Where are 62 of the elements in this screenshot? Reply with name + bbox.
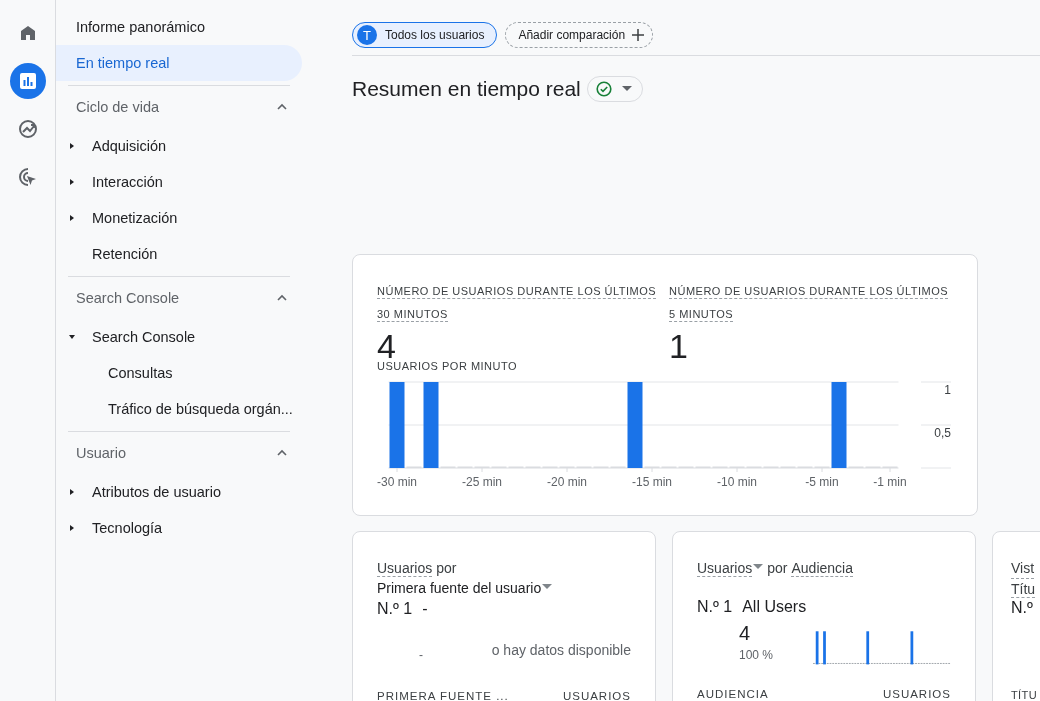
bar[interactable] [389,382,405,468]
avatar: T [357,25,377,45]
top-value: - [422,600,428,618]
metric-selector[interactable]: Vist [1011,558,1035,579]
axis-label: -30 min [377,475,417,489]
section-header[interactable]: Ciclo de vida [76,99,159,115]
metric-selector[interactable]: Usuarios [697,560,753,577]
segment-chip[interactable]: T Todos los usuarios [352,22,498,48]
axis-label: -15 min [632,475,672,489]
page-title: Resumen en tiempo real [352,77,581,101]
empty-message: o hay datos disponible [491,642,631,658]
bar-chart-icon [17,71,38,91]
bar[interactable] [423,382,439,468]
nav-item[interactable]: Search Console [92,329,196,345]
top-value: All Users [742,598,807,616]
bar[interactable] [831,382,847,468]
column-header[interactable]: PRIMERA FUENTE ... [377,690,509,701]
axis-label: -5 min [805,475,839,489]
nav-item[interactable]: Atributos de usuario [92,484,221,500]
nav-item[interactable]: Interacción [92,174,163,190]
nav-item[interactable]: Adquisición [92,138,167,154]
dimension-selector[interactable]: Títu [1011,581,1036,598]
metric-label: NÚMERO DE USUARIOS DURANTE LOS ÚLTIMOS 5 MINUTOS [669,284,950,324]
axis-label: -1 min [873,475,907,489]
rank-label: N.º [1011,599,1033,617]
dimension-selector[interactable]: Primera fuente del usuario [377,580,542,596]
target-cursor-icon [17,167,38,187]
empty-mark: - [419,648,423,662]
connector-text: por [436,560,457,576]
trend-circle-icon [17,119,38,139]
check-circle-icon [595,81,612,97]
metric-selector[interactable]: Usuarios [377,560,433,577]
column-header[interactable]: TÍTU [1011,689,1038,701]
section-header[interactable]: Usuario [76,445,126,461]
nav-item[interactable]: Consultas [108,365,173,381]
axis-label: -25 min [462,475,502,489]
reports-button[interactable] [9,63,46,99]
dimension-selector[interactable]: Audiencia [791,560,853,577]
share-value: 100 % [739,648,774,662]
axis-label: 0,5 [934,426,951,440]
metric-value: 1 [669,329,689,363]
plus-icon [632,29,645,41]
axis-label: 1 [944,383,951,397]
column-header[interactable]: USUARIOS [882,688,951,701]
count-value: 4 [739,622,752,645]
metric-label: NÚMERO DE USUARIOS DURANTE LOS ÚLTIMOS 30 MINUTOS [377,284,658,324]
caret-icon [621,86,632,92]
column-header[interactable]: AUDIENCIA [697,688,769,701]
nav-item[interactable]: Tráfico de búsqueda orgán... [108,401,293,417]
nav-item[interactable]: Informe panorámico [56,9,302,45]
rank-label: N.º 1 [377,600,413,618]
column-header[interactable]: USUARIOS [562,690,631,701]
axis-label: -20 min [547,475,587,489]
nav-item[interactable]: En tiempo real [56,45,302,81]
axis-label: -10 min [717,475,757,489]
connector-text: por [767,560,788,576]
nav-item[interactable]: Monetización [92,210,178,226]
section-header[interactable]: Search Console [76,290,180,306]
nav-item[interactable]: Tecnología [92,520,163,536]
nav-item[interactable]: Retención [92,246,158,262]
bar[interactable] [627,382,643,468]
rank-label: N.º 1 [697,598,733,616]
